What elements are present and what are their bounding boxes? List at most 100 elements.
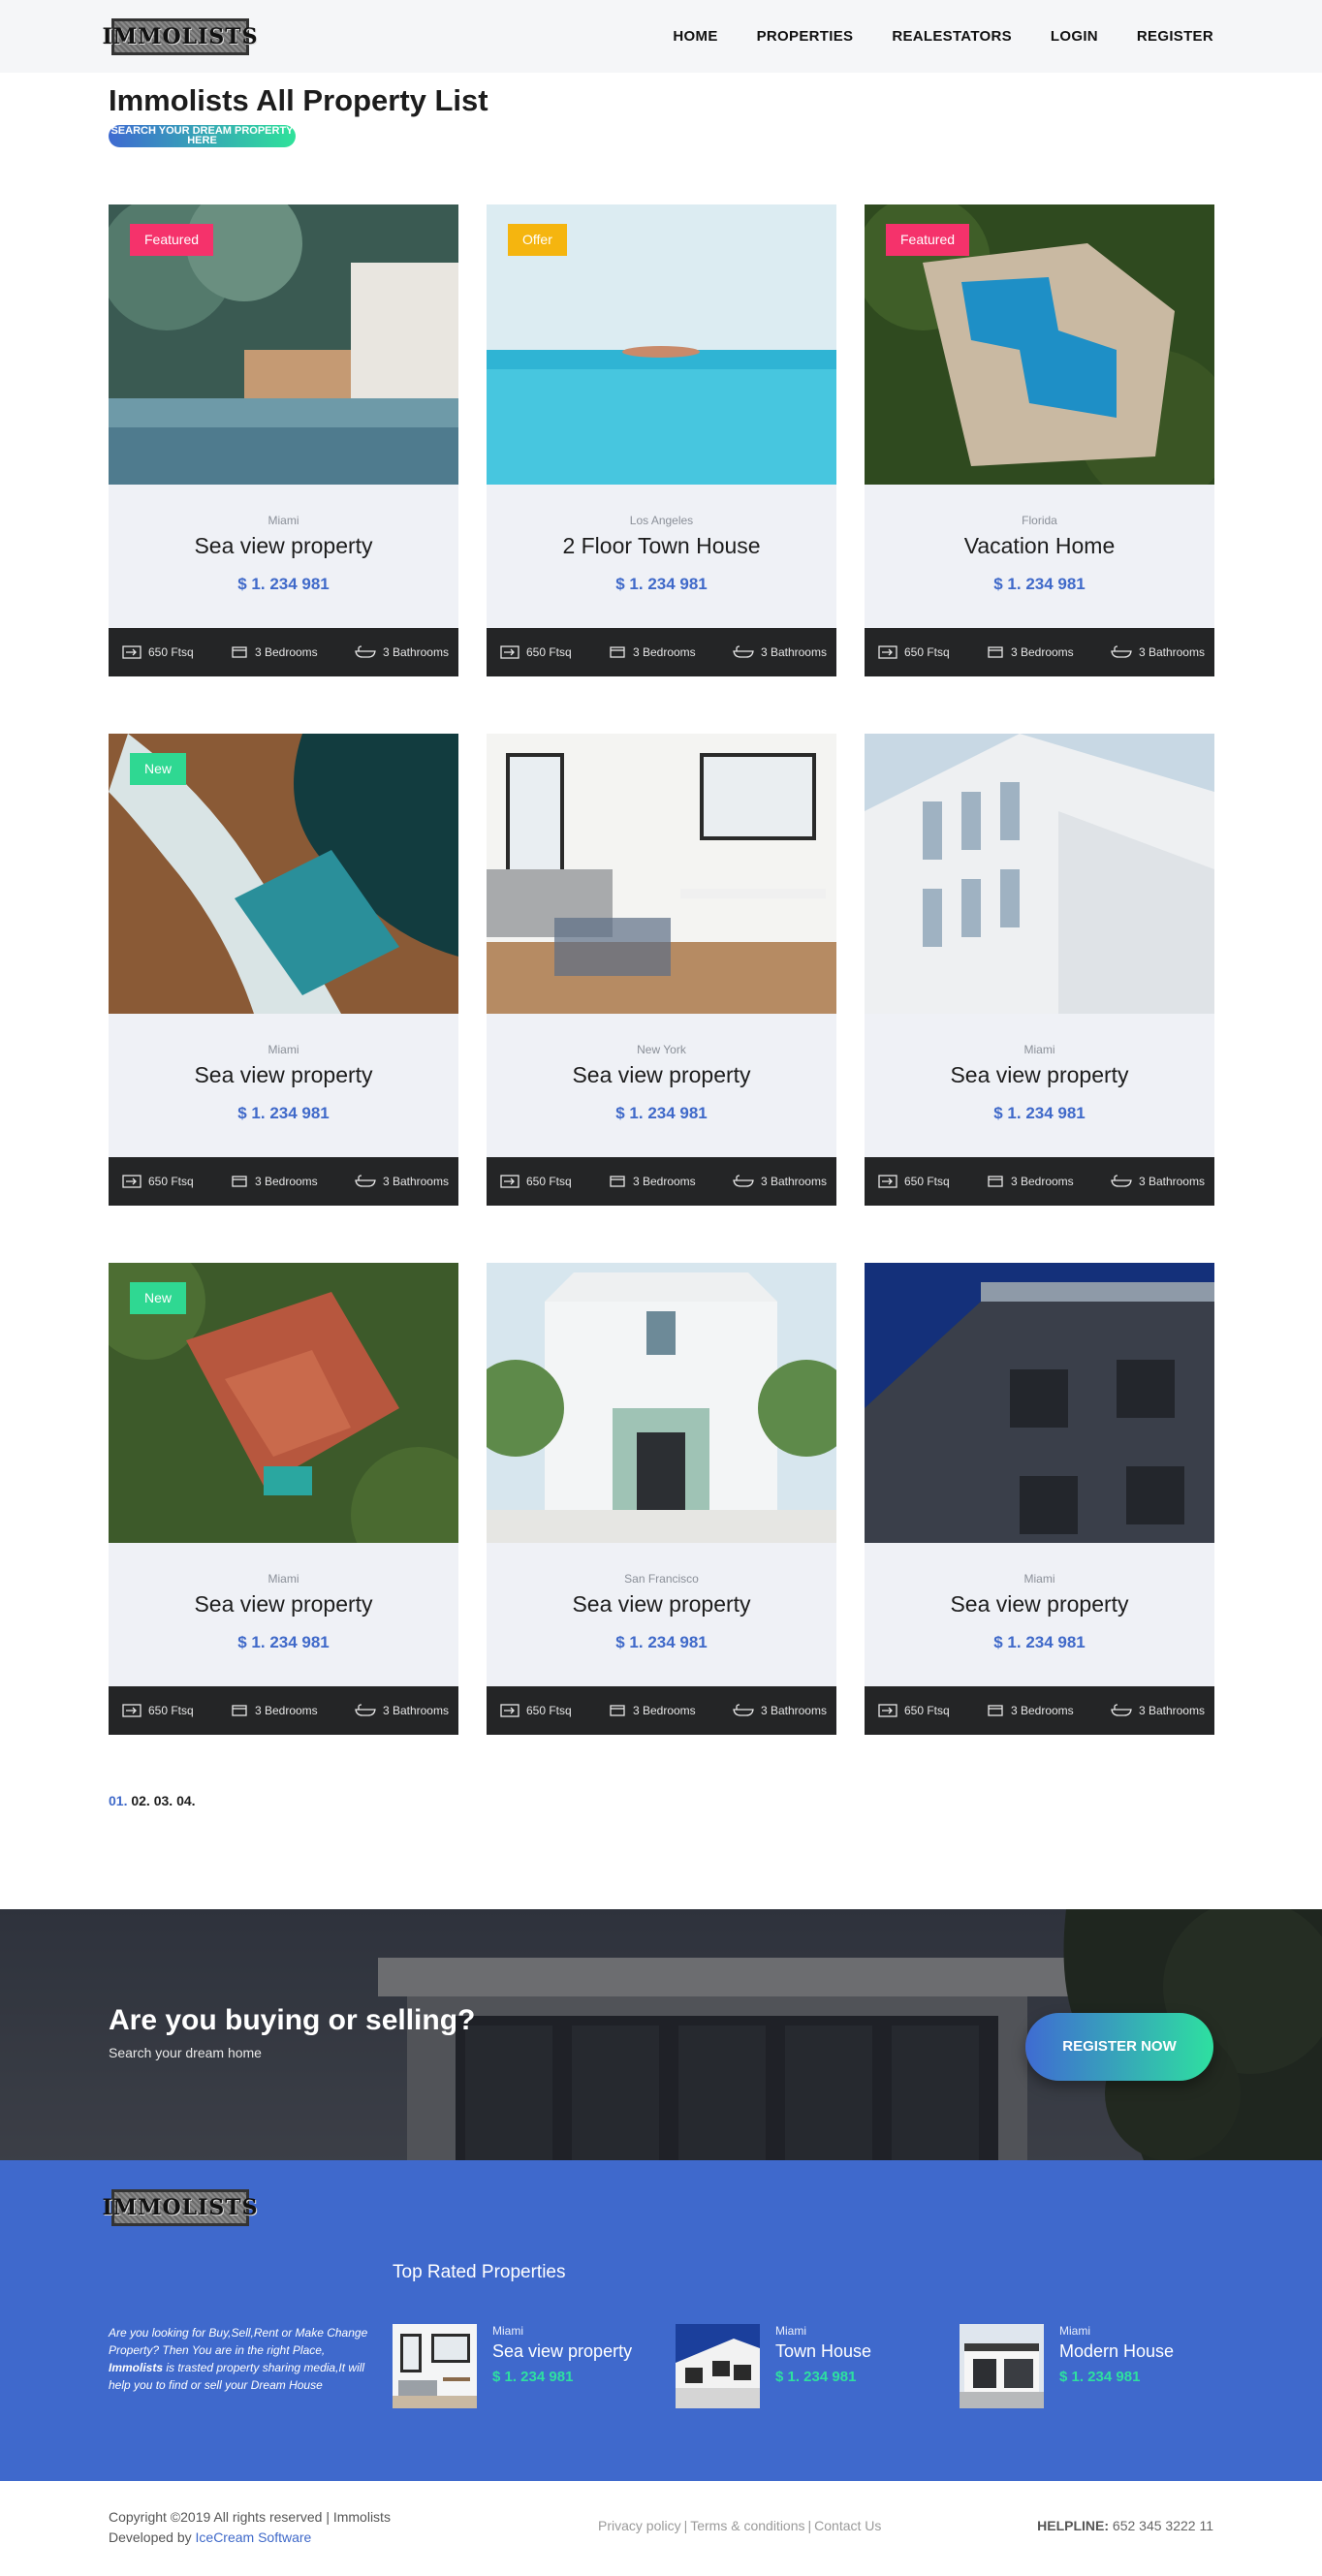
property-city: Miami — [268, 1043, 299, 1056]
property-card[interactable]: New Miami Sea view property $ 1. 234 981 650… — [109, 1263, 458, 1735]
bedrooms-info: 3 Bedrooms — [987, 1704, 1074, 1717]
bedrooms-info: 3 Bedrooms — [987, 645, 1074, 659]
top-rated-name: Modern House — [1059, 2341, 1175, 2361]
bed-icon — [609, 645, 626, 659]
bedrooms-value: 3 Bedrooms — [1010, 645, 1074, 659]
property-price: $ 1. 234 981 — [237, 575, 330, 593]
bathtub-icon — [355, 1175, 376, 1188]
bathrooms-info: 3 Bathrooms — [1111, 645, 1205, 659]
property-meta-bar: 650 Ftsq 3 Bedrooms 3 Bathrooms — [487, 1686, 836, 1735]
property-name[interactable]: Sea view property — [487, 1062, 836, 1088]
nav-login[interactable]: LOGIN — [1051, 28, 1098, 45]
top-rated-item[interactable]: Miami Sea view property $ 1. 234 981 — [393, 2324, 645, 2409]
cta-subtitle: Search your dream home — [109, 2045, 262, 2060]
top-rated-city: Miami — [775, 2324, 806, 2338]
copyright: Copyright ©2019 All rights reserved | Im… — [109, 2507, 391, 2548]
property-name[interactable]: Sea view property — [109, 533, 458, 559]
page-link[interactable]: 03. — [154, 1793, 173, 1808]
property-card[interactable]: Miami Sea view property $ 1. 234 981 650 Ft… — [865, 734, 1214, 1206]
nav-realestators[interactable]: REALESTATORS — [892, 28, 1012, 45]
bedrooms-value: 3 Bedrooms — [632, 1704, 696, 1717]
search-pill[interactable]: SEARCH YOUR DREAM PROPERTY HERE — [109, 125, 296, 147]
top-rated-item[interactable]: Miami Modern House $ 1. 234 981 — [960, 2324, 1212, 2409]
property-photo[interactable] — [865, 1263, 1214, 1543]
property-name[interactable]: Sea view property — [865, 1591, 1214, 1618]
bathrooms-info: 3 Bathrooms — [1111, 1704, 1205, 1717]
about-text: Are you looking for Buy,Sell,Rent or Mak… — [109, 2326, 368, 2357]
bed-icon — [987, 1704, 1004, 1717]
bathrooms-info: 3 Bathrooms — [355, 645, 449, 659]
property-city: Miami — [268, 514, 299, 527]
top-rated-city: Miami — [492, 2324, 523, 2338]
site-logo[interactable]: IMMOLISTS — [102, 18, 258, 55]
property-badge: Featured — [886, 224, 970, 256]
property-photo[interactable] — [487, 1263, 836, 1543]
bathtub-icon — [1111, 645, 1132, 659]
property-card[interactable]: New York Sea view property $ 1. 234 981 650… — [487, 734, 836, 1206]
bedrooms-info: 3 Bedrooms — [231, 1175, 318, 1188]
property-city: Florida — [1022, 514, 1057, 527]
property-badge: New — [130, 753, 187, 785]
page-link-current[interactable]: 01. — [109, 1793, 127, 1808]
nav-home[interactable]: HOME — [673, 28, 717, 45]
bedrooms-info: 3 Bedrooms — [231, 645, 318, 659]
bed-icon — [987, 1175, 1004, 1188]
property-card[interactable]: Featured Florida Vacation Home $ 1. 234 981… — [865, 204, 1214, 676]
property-card[interactable]: Featured Miami Sea view property $ 1. 234 9… — [109, 204, 458, 676]
property-city: New York — [637, 1043, 686, 1056]
bathrooms-value: 3 Bathrooms — [1138, 1175, 1205, 1188]
top-rated-item[interactable]: Miami Town House $ 1. 234 981 — [676, 2324, 928, 2409]
area-icon — [500, 1704, 519, 1717]
separator: | — [807, 2518, 812, 2533]
bathrooms-info: 3 Bathrooms — [355, 1704, 449, 1717]
footer-logo[interactable]: IMMOLISTS — [102, 2189, 258, 2226]
property-name[interactable]: 2 Floor Town House — [487, 533, 836, 559]
terms-link[interactable]: Terms & conditions — [690, 2518, 804, 2533]
page-title: Immolists All Property List — [109, 83, 488, 117]
page-link[interactable]: 04. — [176, 1793, 195, 1808]
property-name[interactable]: Vacation Home — [865, 533, 1214, 559]
cta-title: Are you buying or selling? — [109, 2004, 476, 2036]
developer-link[interactable]: IceCream Software — [196, 2529, 312, 2545]
area-icon — [500, 1175, 519, 1188]
nav-properties[interactable]: PROPERTIES — [757, 28, 854, 45]
copyright-text: Copyright ©2019 All rights reserved | Im… — [109, 2509, 391, 2525]
bathrooms-value: 3 Bathrooms — [1138, 1704, 1205, 1717]
nav-register[interactable]: REGISTER — [1137, 28, 1213, 45]
contact-us-link[interactable]: Contact Us — [814, 2518, 881, 2533]
bathrooms-value: 3 Bathrooms — [760, 645, 827, 659]
property-price: $ 1. 234 981 — [993, 1104, 1086, 1122]
area-value: 650 Ftsq — [904, 645, 950, 659]
page-link[interactable]: 02. — [131, 1793, 149, 1808]
area-value: 650 Ftsq — [148, 1704, 194, 1717]
top-rated-city: Miami — [1059, 2324, 1090, 2338]
register-now-button[interactable]: REGISTER NOW — [1025, 2013, 1213, 2081]
property-meta-bar: 650 Ftsq 3 Bedrooms 3 Bathrooms — [109, 1686, 458, 1735]
property-name[interactable]: Sea view property — [109, 1062, 458, 1088]
bedrooms-info: 3 Bedrooms — [987, 1175, 1074, 1188]
area-info: 650 Ftsq — [500, 1704, 572, 1717]
privacy-policy-link[interactable]: Privacy policy — [598, 2518, 681, 2533]
bedrooms-value: 3 Bedrooms — [254, 1704, 318, 1717]
property-name[interactable]: Sea view property — [109, 1591, 458, 1618]
property-meta-bar: 650 Ftsq 3 Bedrooms 3 Bathrooms — [865, 628, 1214, 676]
property-photo[interactable] — [865, 734, 1214, 1014]
helpline: HELPLINE: 652 345 3222 11 — [1037, 2518, 1213, 2533]
bedrooms-info: 3 Bedrooms — [609, 1175, 696, 1188]
area-icon — [122, 645, 142, 659]
area-icon — [122, 1704, 142, 1717]
bedrooms-value: 3 Bedrooms — [1010, 1704, 1074, 1717]
property-name[interactable]: Sea view property — [487, 1591, 836, 1618]
area-value: 650 Ftsq — [904, 1704, 950, 1717]
area-info: 650 Ftsq — [878, 1175, 950, 1188]
area-value: 650 Ftsq — [904, 1175, 950, 1188]
property-photo[interactable] — [487, 734, 836, 1014]
property-city: Miami — [1023, 1572, 1055, 1586]
property-card[interactable]: San Francisco Sea view property $ 1. 234 9… — [487, 1263, 836, 1735]
property-card[interactable]: New Miami Sea view property $ 1. 234 981 650… — [109, 734, 458, 1206]
property-card[interactable]: Offer Los Angeles 2 Floor Town House $ 1. 2… — [487, 204, 836, 676]
area-info: 650 Ftsq — [122, 645, 194, 659]
property-name[interactable]: Sea view property — [865, 1062, 1214, 1088]
property-card[interactable]: Miami Sea view property $ 1. 234 981 650 Ft… — [865, 1263, 1214, 1735]
bed-icon — [609, 1175, 626, 1188]
